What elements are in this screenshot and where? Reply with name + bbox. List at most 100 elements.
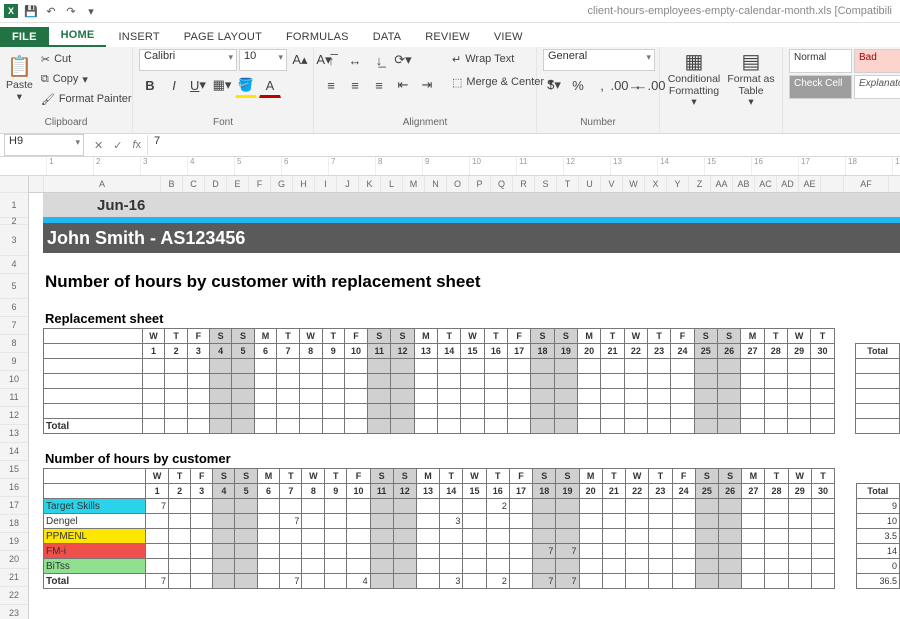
cut-button[interactable]: ✂Cut (37, 49, 136, 69)
align-left-icon[interactable]: ≡ (320, 74, 342, 96)
row-header[interactable]: 19 (0, 533, 28, 551)
decrease-decimal-icon[interactable]: ←.00 (639, 74, 661, 96)
col-header[interactable]: Y (667, 176, 689, 192)
tab-view[interactable]: VIEW (482, 27, 535, 47)
customer-table[interactable]: WTFSSMTWTFSSMTWTFSSMTWTFSSMTWT1234567891… (43, 468, 900, 589)
col-header[interactable] (821, 176, 844, 192)
formula-input[interactable]: 7 (147, 135, 900, 155)
tab-page-layout[interactable]: PAGE LAYOUT (172, 27, 274, 47)
col-header[interactable]: Z (689, 176, 711, 192)
cancel-icon[interactable]: ✕ (94, 139, 103, 152)
replacement-table[interactable]: WTFSSMTWTFSSMTWTFSSMTWTFSSMTWT1234567891… (43, 328, 900, 434)
percent-icon[interactable]: % (567, 74, 589, 96)
row-header[interactable]: 20 (0, 551, 28, 569)
col-header[interactable]: W (623, 176, 645, 192)
tab-review[interactable]: REVIEW (413, 27, 482, 47)
col-header[interactable]: O (447, 176, 469, 192)
col-header[interactable]: AD (777, 176, 799, 192)
qat-dropdown-icon[interactable]: ▾ (84, 4, 98, 18)
align-center-icon[interactable]: ≡ (344, 74, 366, 96)
row-header[interactable]: 7 (0, 317, 28, 335)
tab-data[interactable]: DATA (361, 27, 414, 47)
col-header[interactable]: V (601, 176, 623, 192)
row-header[interactable]: 23 (0, 605, 28, 619)
format-as-table-button[interactable]: ▤ Format as Table▾ (726, 49, 776, 109)
redo-icon[interactable]: ↷ (64, 4, 78, 18)
col-header[interactable]: X (645, 176, 667, 192)
col-header[interactable]: S (535, 176, 557, 192)
col-header[interactable]: AF (844, 176, 889, 192)
col-header[interactable]: C (183, 176, 205, 192)
paste-button[interactable]: 📋 Paste▾ (6, 49, 33, 109)
row-headers[interactable]: 1234567891011121314151617181920212223 (0, 176, 29, 619)
row-header[interactable]: 8 (0, 335, 28, 353)
save-icon[interactable]: 💾 (24, 4, 38, 18)
col-header[interactable]: N (425, 176, 447, 192)
col-header[interactable]: J (337, 176, 359, 192)
increase-font-icon[interactable]: A▴ (289, 49, 311, 71)
col-header[interactable]: A (44, 176, 161, 192)
underline-button[interactable]: U▾ (187, 74, 209, 96)
row-header[interactable]: 10 (0, 371, 28, 389)
col-header[interactable]: U (579, 176, 601, 192)
col-header[interactable]: F (249, 176, 271, 192)
col-header[interactable]: E (227, 176, 249, 192)
align-bottom-icon[interactable]: ↓̲ (368, 49, 390, 71)
row-header[interactable]: 2 (0, 218, 28, 225)
col-header[interactable]: G (271, 176, 293, 192)
col-header[interactable]: K (359, 176, 381, 192)
row-header[interactable]: 6 (0, 299, 28, 317)
undo-icon[interactable]: ↶ (44, 4, 58, 18)
bold-button[interactable]: B (139, 74, 161, 96)
tab-insert[interactable]: INSERT (106, 27, 171, 47)
align-top-icon[interactable]: ↑̅ (320, 49, 342, 71)
col-header[interactable]: AB (733, 176, 755, 192)
format-painter-button[interactable]: 🖌Format Painter (37, 89, 136, 109)
orientation-icon[interactable]: ⟳▾ (392, 49, 414, 71)
col-header[interactable]: H (293, 176, 315, 192)
italic-button[interactable]: I (163, 74, 185, 96)
fx-icon[interactable]: fx (132, 139, 141, 151)
row-header[interactable]: 4 (0, 256, 28, 274)
worksheet[interactable]: 1234567891011121314151617181920212223 AB… (0, 176, 900, 619)
currency-icon[interactable]: $▾ (543, 74, 565, 96)
font-size-select[interactable]: 10 (239, 49, 287, 71)
col-header[interactable]: I (315, 176, 337, 192)
font-color-button[interactable]: A (259, 74, 281, 98)
row-header[interactable]: 13 (0, 425, 28, 443)
tab-home[interactable]: HOME (49, 25, 107, 47)
enter-icon[interactable]: ✓ (113, 139, 122, 152)
row-header[interactable]: 5 (0, 274, 28, 299)
style-check-cell[interactable]: Check Cell (789, 75, 852, 99)
border-button[interactable]: ▦▾ (211, 74, 233, 96)
grid[interactable]: ABCDEFGHIJKLMNOPQRSTUVWXYZAAABACADAEAF J… (29, 176, 900, 619)
number-format-select[interactable]: General (543, 49, 655, 71)
col-header[interactable]: Q (491, 176, 513, 192)
row-header[interactable]: 15 (0, 461, 28, 479)
row-header[interactable]: 21 (0, 569, 28, 587)
col-header[interactable]: AC (755, 176, 777, 192)
indent-dec-icon[interactable]: ⇤ (392, 74, 414, 96)
style-explanatory[interactable]: Explanatory (854, 75, 900, 99)
font-name-select[interactable]: Calibri (139, 49, 237, 71)
style-bad[interactable]: Bad (854, 49, 900, 73)
col-header[interactable]: T (557, 176, 579, 192)
col-header[interactable]: R (513, 176, 535, 192)
row-header[interactable]: 12 (0, 407, 28, 425)
align-middle-icon[interactable]: ↔ (344, 49, 366, 71)
align-right-icon[interactable]: ≡ (368, 74, 390, 96)
col-header[interactable]: AE (799, 176, 821, 192)
indent-inc-icon[interactable]: ⇥ (416, 74, 438, 96)
tab-formulas[interactable]: FORMULAS (274, 27, 361, 47)
style-normal[interactable]: Normal (789, 49, 852, 73)
fill-color-button[interactable]: 🪣 (235, 74, 257, 98)
col-header[interactable]: B (161, 176, 183, 192)
copy-button[interactable]: ⧉Copy ▾ (37, 69, 136, 89)
row-header[interactable]: 1 (0, 193, 28, 218)
col-header[interactable]: D (205, 176, 227, 192)
name-box[interactable]: H9 (4, 134, 84, 156)
tab-file[interactable]: FILE (0, 27, 49, 47)
row-header[interactable]: 22 (0, 587, 28, 605)
row-header[interactable]: 17 (0, 497, 28, 515)
row-header[interactable]: 16 (0, 479, 28, 497)
